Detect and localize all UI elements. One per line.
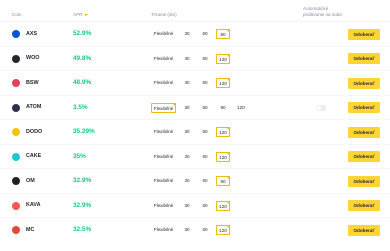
coin-name: CAKE xyxy=(26,153,42,159)
mc-icon xyxy=(12,226,20,234)
duration-60-option[interactable]: 60 xyxy=(198,78,212,88)
duration-90-option[interactable]: 90 xyxy=(216,176,230,186)
duration-60-option[interactable]: 60 xyxy=(198,176,212,186)
cake-icon xyxy=(12,152,20,161)
duration-120-option[interactable]: 120 xyxy=(216,200,230,211)
duration-30-option[interactable]: 30 xyxy=(180,78,194,88)
sort-desc-icon[interactable] xyxy=(84,13,89,16)
duration-30-option[interactable]: 30 xyxy=(180,29,194,39)
coin-name: AXS xyxy=(26,30,38,37)
atom-icon xyxy=(12,103,20,112)
duration-flexible-option[interactable]: Flexibilné xyxy=(151,225,176,235)
subscribe-button[interactable]: Odoberať xyxy=(348,175,380,187)
apr-value: 32.9% xyxy=(73,201,92,209)
table-row: BSW 48.9% Flexibilné 30 60 120 Odoberať xyxy=(0,70,390,96)
subscribe-button[interactable]: Odoberať xyxy=(348,53,380,64)
bsw-icon xyxy=(12,79,20,87)
coin-name: KAVA xyxy=(26,202,41,208)
apr-value: 49.8% xyxy=(73,54,92,62)
duration-flexible-option[interactable]: Flexibilné xyxy=(151,201,176,211)
duration-flexible-option[interactable]: Flexibilné xyxy=(151,78,176,88)
duration-60-option[interactable]: 60 xyxy=(198,29,212,39)
duration-60-option[interactable]: 60 xyxy=(198,225,212,235)
duration-90-option[interactable]: 90 xyxy=(216,103,230,113)
subscribe-button[interactable]: Odoberať xyxy=(348,77,380,89)
coin-name: OM xyxy=(26,177,35,184)
duration-flexible-option[interactable]: Flexibilné xyxy=(151,29,176,39)
duration-flexible-option[interactable]: Flexibilné xyxy=(151,102,176,113)
duration-60-option[interactable]: 60 xyxy=(198,54,212,64)
duration-60-option[interactable]: 60 xyxy=(198,127,212,137)
table-row: OM 32.9% Flexibilné 30 60 90 Odoberať xyxy=(0,168,390,194)
apr-value: 32.9% xyxy=(73,177,92,184)
subscribe-button[interactable]: Odoberať xyxy=(348,28,380,40)
table-row: DODO 35.39% Flexibilné 30 60 120 Odoberať xyxy=(0,119,390,145)
table-row: CAKE 35% Flexibilné 30 60 120 Odoberať xyxy=(0,143,390,170)
apr-value: 32.5% xyxy=(73,226,92,233)
om-icon xyxy=(12,177,20,185)
subscribe-button[interactable]: Odoberať xyxy=(348,126,380,138)
duration-30-option[interactable]: 30 xyxy=(180,152,194,162)
duration-30-option[interactable]: 30 xyxy=(180,225,194,235)
duration-30-option[interactable]: 30 xyxy=(180,127,194,137)
coin-name: WOO xyxy=(26,55,40,61)
duration-120-option[interactable]: 120 xyxy=(216,127,230,137)
auto-subscribe-column-header: Automatické pridávanie na sobe: xyxy=(303,6,344,17)
duration-column-header: Trvanie (dni) xyxy=(151,12,177,17)
duration-120-option[interactable]: 120 xyxy=(216,78,230,88)
axs-icon xyxy=(12,30,20,38)
duration-flexible-option[interactable]: Flexibilné xyxy=(151,127,176,137)
duration-30-option[interactable]: 30 xyxy=(180,176,194,186)
woo-icon xyxy=(12,54,20,63)
duration-90-option[interactable]: 90 xyxy=(216,29,230,39)
apr-column-header[interactable]: APR xyxy=(73,12,89,18)
coin-column-header: Coin xyxy=(12,12,22,17)
duration-60-option[interactable]: 60 xyxy=(198,152,212,162)
table-row: AXS 52.9% Flexibilné 30 60 90 Odoberať xyxy=(0,21,390,47)
duration-30-option[interactable]: 30 xyxy=(180,103,194,113)
table-row: KAVA 32.9% Flexibilné 30 60 120 Odoberať xyxy=(0,192,390,219)
duration-flexible-option[interactable]: Flexibilné xyxy=(151,54,176,64)
subscribe-button[interactable]: Odoberať xyxy=(348,102,380,113)
duration-60-option[interactable]: 60 xyxy=(198,103,212,113)
duration-30-option[interactable]: 30 xyxy=(180,201,194,211)
duration-30-option[interactable]: 30 xyxy=(180,54,194,64)
coin-name: DODO xyxy=(26,128,43,135)
apr-value: 35% xyxy=(73,152,86,160)
subscribe-button[interactable]: Odoberať xyxy=(348,224,380,236)
duration-flexible-option[interactable]: Flexibilné xyxy=(151,176,176,186)
duration-120-option[interactable]: 120 xyxy=(234,103,248,113)
duration-120-option[interactable]: 120 xyxy=(216,151,230,162)
duration-flexible-option[interactable]: Flexibilné xyxy=(151,152,176,162)
table-row: MC 32.5% Flexibilné 30 60 120 Odoberať xyxy=(0,217,390,243)
subscribe-button[interactable]: Odoberať xyxy=(348,151,380,162)
duration-120-option[interactable]: 120 xyxy=(216,225,230,235)
apr-value: 52.9% xyxy=(73,30,92,37)
apr-value: 3.5% xyxy=(73,103,88,111)
duration-60-option[interactable]: 60 xyxy=(198,201,212,211)
dodo-icon xyxy=(12,128,20,136)
apr-value: 48.9% xyxy=(73,79,92,86)
coin-name: ATOM xyxy=(26,104,42,110)
subscribe-button[interactable]: Odoberať xyxy=(348,200,380,211)
kava-icon xyxy=(12,201,20,210)
auto-subscribe-toggle[interactable] xyxy=(316,104,326,111)
table-row: WOO 49.8% Flexibilné 30 60 120 Odoberať xyxy=(0,45,390,72)
table-row: ATOM 3.5% Flexibilné 30 60 90 120 Odoberať xyxy=(0,94,390,121)
apr-value: 35.39% xyxy=(73,128,95,135)
duration-120-option[interactable]: 120 xyxy=(216,53,230,64)
coin-name: BSW xyxy=(26,79,39,86)
coin-name: MC xyxy=(26,226,35,233)
apr-header-label: APR xyxy=(73,12,83,17)
